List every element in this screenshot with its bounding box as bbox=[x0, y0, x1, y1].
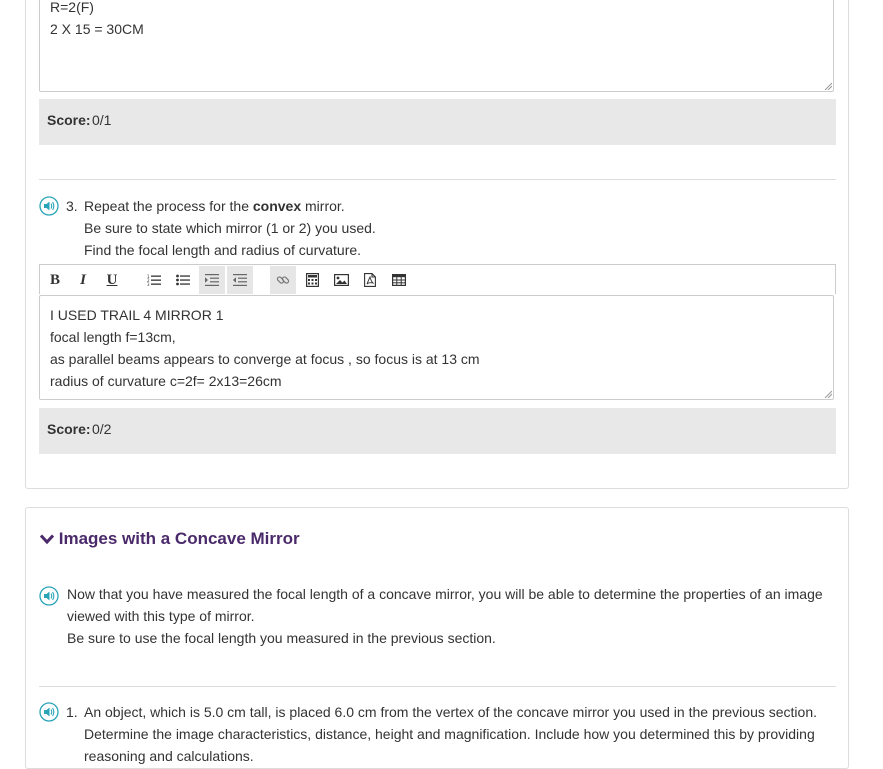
link-button[interactable] bbox=[270, 266, 296, 294]
intro-line: viewed with this type of mirror. bbox=[67, 608, 255, 624]
svg-text:3: 3 bbox=[147, 282, 150, 286]
ordered-list-icon: 1 2 3 bbox=[147, 274, 161, 286]
score-value: 0/1 bbox=[92, 112, 112, 128]
calculator-button[interactable] bbox=[299, 266, 325, 294]
divider bbox=[39, 179, 836, 180]
resize-grip-icon[interactable] bbox=[824, 390, 832, 398]
speaker-icon[interactable] bbox=[39, 196, 59, 216]
speaker-icon[interactable] bbox=[39, 586, 59, 606]
s-q1-line: reasoning and calculations. bbox=[84, 748, 254, 764]
q3-prompt-line1: Repeat the process for the convex mirror… bbox=[84, 198, 345, 214]
bold-icon: B bbox=[49, 271, 60, 288]
outdent-button[interactable] bbox=[227, 266, 253, 294]
bullet-list-button[interactable] bbox=[170, 266, 196, 294]
intro-line: Now that you have measured the focal len… bbox=[67, 586, 823, 602]
bullet-list-icon bbox=[176, 274, 190, 286]
link-icon bbox=[276, 276, 290, 284]
pdf-icon bbox=[364, 273, 376, 287]
table-button[interactable] bbox=[386, 266, 412, 294]
resize-grip-icon[interactable] bbox=[824, 82, 832, 90]
intro-line: Be sure to use the focal length you meas… bbox=[67, 630, 496, 646]
indent-icon bbox=[205, 274, 219, 286]
q3-answer-line: focal length f=13cm, bbox=[50, 329, 176, 345]
q3-answer-line: I USED TRAIL 4 MIRROR 1 bbox=[50, 307, 224, 323]
italic-icon: I bbox=[80, 271, 86, 288]
image-icon bbox=[333, 274, 349, 286]
chevron-down-icon bbox=[39, 534, 55, 545]
section-header[interactable]: Images with a Concave Mirror bbox=[39, 529, 300, 549]
q3-text: mirror. bbox=[301, 198, 345, 214]
s-q1-line: Determine the image characteristics, dis… bbox=[84, 726, 815, 742]
score-label: Score: bbox=[47, 421, 91, 437]
q3-score-bar: Score: 0/2 bbox=[39, 408, 836, 454]
ordered-list-button[interactable]: 1 2 3 bbox=[141, 266, 167, 294]
pdf-button[interactable] bbox=[357, 266, 383, 294]
underline-icon: U bbox=[106, 271, 118, 288]
q3-text: Repeat the process for the bbox=[84, 198, 253, 214]
q3-answer-line: as parallel beams appears to converge at… bbox=[50, 351, 480, 367]
q3-prompt-line2: Be sure to state which mirror (1 or 2) y… bbox=[84, 220, 376, 236]
bold-button[interactable]: B bbox=[42, 266, 68, 294]
calculator-icon bbox=[305, 273, 319, 287]
q3-number: 3. bbox=[66, 198, 78, 214]
q2-answer-line: 2 X 15 = 30CM bbox=[50, 21, 144, 37]
q3-answer-line: radius of curvature c=2f= 2x13=26cm bbox=[50, 373, 282, 389]
indent-button[interactable] bbox=[199, 266, 225, 294]
editor-toolbar: B I U 1 2 3 bbox=[39, 264, 836, 294]
score-value: 0/2 bbox=[92, 421, 112, 437]
q2-answer-textarea[interactable]: R=2(F) 2 X 15 = 30CM bbox=[39, 0, 834, 92]
q3-answer-textarea[interactable]: I USED TRAIL 4 MIRROR 1 focal length f=1… bbox=[39, 295, 834, 400]
divider bbox=[39, 686, 836, 687]
outdent-icon bbox=[233, 274, 247, 286]
s-q1-number: 1. bbox=[66, 704, 78, 720]
q3-emphasis: convex bbox=[252, 198, 302, 214]
italic-button[interactable]: I bbox=[70, 266, 96, 294]
q2-score-bar: Score: 0/1 bbox=[39, 99, 836, 145]
section-title: Images with a Concave Mirror bbox=[58, 529, 300, 548]
underline-button[interactable]: U bbox=[99, 266, 125, 294]
q3-prompt-line3: Find the focal length and radius of curv… bbox=[84, 242, 362, 258]
s-q1-line: An object, which is 5.0 cm tall, is plac… bbox=[84, 704, 818, 720]
q2-answer-line: R=2(F) bbox=[50, 0, 94, 15]
score-label: Score: bbox=[47, 112, 91, 128]
table-icon bbox=[392, 274, 406, 286]
image-button[interactable] bbox=[328, 266, 354, 294]
speaker-icon[interactable] bbox=[39, 702, 59, 722]
